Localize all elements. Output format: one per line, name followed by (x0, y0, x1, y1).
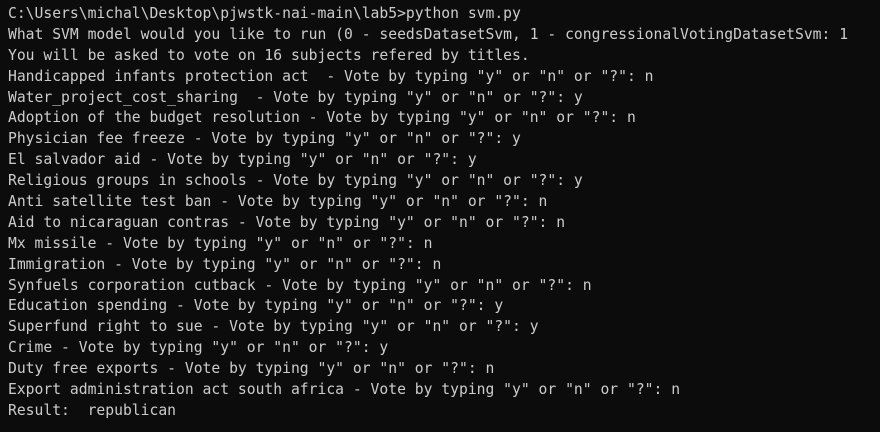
output-line: Water_project_cost_sharing - Vote by typ… (8, 88, 583, 106)
output-line: Export administration act south africa -… (8, 381, 681, 399)
output-line: Handicapped infants protection act - Vot… (8, 67, 654, 85)
output-line: Superfund right to sue - Vote by typing … (8, 318, 539, 336)
output-line: Adoption of the budget resolution - Vote… (8, 109, 636, 127)
output-line: Anti satellite test ban - Vote by typing… (8, 193, 548, 211)
output-line: Physician fee freeze - Vote by typing "y… (8, 130, 521, 148)
output-line: You will be asked to vote on 16 subjects… (8, 46, 530, 64)
output-line: Religious groups in schools - Vote by ty… (8, 172, 583, 190)
output-line: Synfuels corporation cutback - Vote by t… (8, 276, 592, 294)
output-line: El salvador aid - Vote by typing "y" or … (8, 151, 477, 169)
output-line: What SVM model would you like to run (0 … (8, 25, 849, 43)
output-line: Immigration - Vote by typing "y" or "n" … (8, 255, 442, 273)
output-line: Mx missile - Vote by typing "y" or "n" o… (8, 234, 433, 252)
output-line: Duty free exports - Vote by typing "y" o… (8, 360, 495, 378)
terminal-output[interactable]: C:\Users\michal\Desktop\pjwstk-nai-main\… (8, 4, 848, 422)
command-line: C:\Users\michal\Desktop\pjwstk-nai-main\… (8, 5, 521, 22)
output-line: Crime - Vote by typing "y" or "n" or "?"… (8, 339, 389, 357)
output-line: Aid to nicaraguan contras - Vote by typi… (8, 213, 566, 231)
result-line: Result: republican (8, 401, 177, 419)
output-line: Education spending - Vote by typing "y" … (8, 297, 504, 315)
